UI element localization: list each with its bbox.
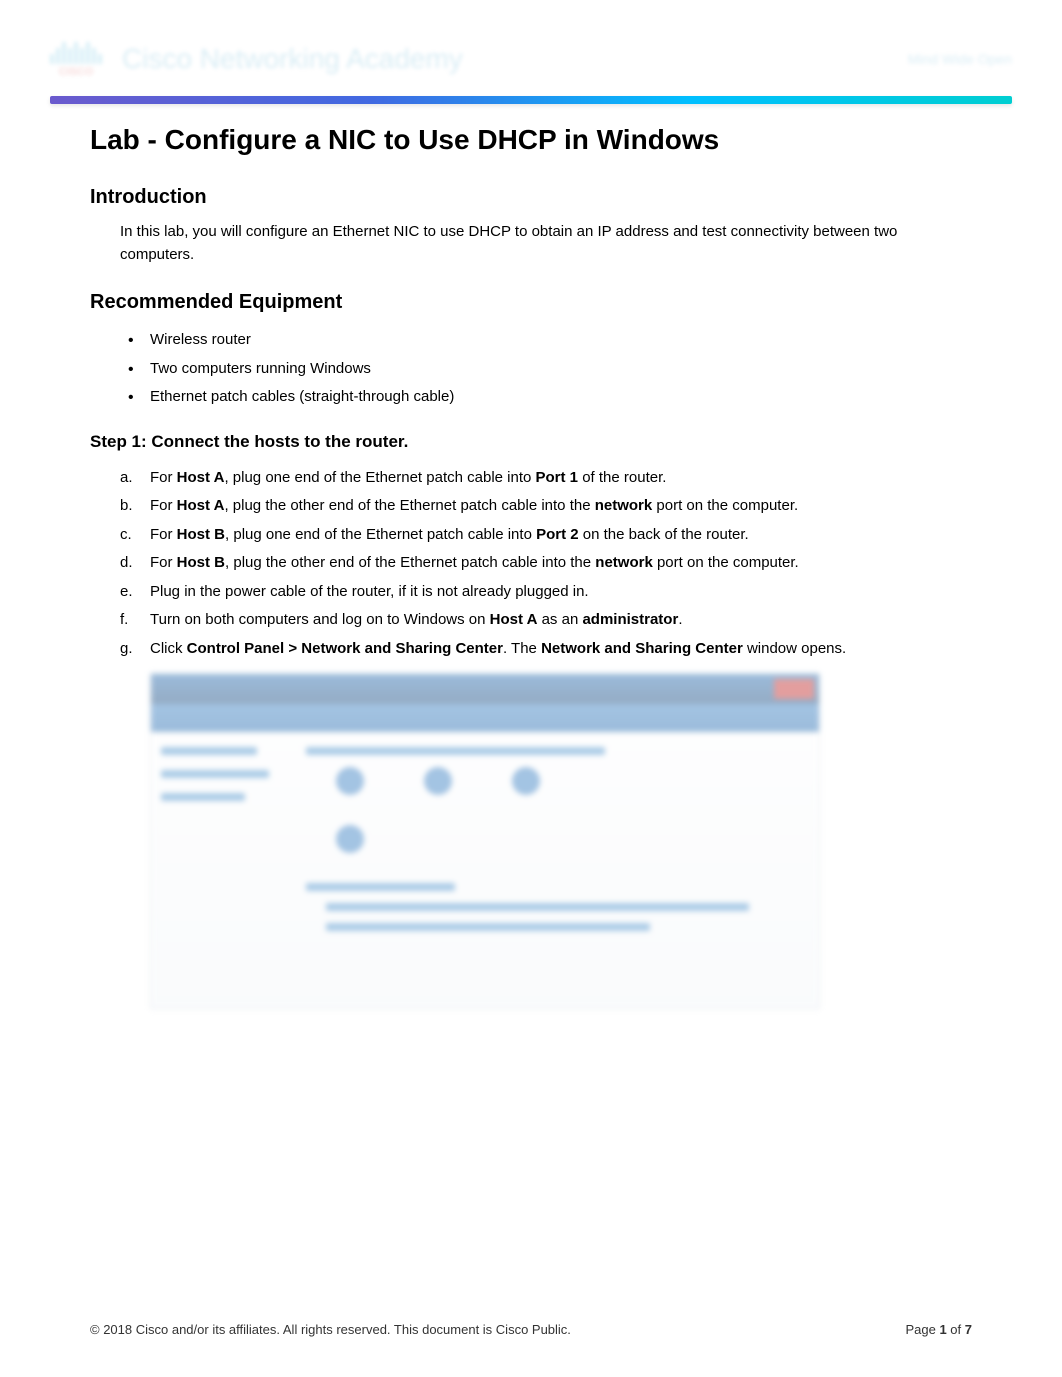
cisco-bars-icon [50, 40, 102, 64]
cisco-logo: CISCO [50, 40, 102, 78]
brand-title: Cisco Networking Academy [122, 43, 463, 75]
window-body [151, 732, 819, 1008]
list-item: b. For Host A, plug the other end of the… [120, 492, 972, 521]
window-toolbar [151, 704, 819, 732]
network-sharing-center-screenshot [150, 673, 820, 1009]
list-item: Ethernet patch cables (straight-through … [120, 383, 972, 412]
page-number: Page 1 of 7 [905, 1322, 972, 1337]
list-item: e. Plug in the power cable of the router… [120, 578, 972, 607]
equipment-list: Wireless router Two computers running Wi… [90, 326, 972, 412]
step-marker: g. [120, 635, 133, 664]
computer-icon [336, 767, 364, 795]
header-tagline: Mind Wide Open [908, 51, 1012, 67]
network-type-icon [336, 825, 364, 853]
list-item: c. For Host B, plug one end of the Ether… [120, 521, 972, 550]
introduction-heading: Introduction [90, 186, 972, 209]
document-header: CISCO Cisco Networking Academy Mind Wide… [50, 40, 1012, 88]
step-marker: a. [120, 464, 133, 493]
equipment-heading: Recommended Equipment [90, 291, 972, 314]
step-marker: c. [120, 521, 132, 550]
list-item: d. For Host B, plug the other end of the… [120, 549, 972, 578]
internet-icon [512, 767, 540, 795]
logo-text: CISCO [59, 66, 94, 78]
list-item: g. Click Control Panel > Network and Sha… [120, 635, 972, 664]
document-content: Lab - Configure a NIC to Use DHCP in Win… [50, 124, 1012, 1009]
window-main [291, 732, 819, 1008]
copyright-text: © 2018 Cisco and/or its affiliates. All … [90, 1322, 571, 1337]
header-gradient-bar [50, 96, 1012, 104]
header-left: CISCO Cisco Networking Academy [50, 40, 463, 78]
introduction-text: In this lab, you will configure an Ether… [90, 221, 972, 266]
list-item: f. Turn on both computers and log on to … [120, 606, 972, 635]
step-marker: f. [120, 606, 128, 635]
window-titlebar [151, 674, 819, 704]
step-marker: d. [120, 549, 133, 578]
step-marker: e. [120, 578, 133, 607]
list-item: a. For Host A, plug one end of the Ether… [120, 464, 972, 493]
step1-list: a. For Host A, plug one end of the Ether… [90, 464, 972, 664]
step-marker: b. [120, 492, 133, 521]
document-title: Lab - Configure a NIC to Use DHCP in Win… [90, 124, 972, 156]
network-icon [424, 767, 452, 795]
close-icon [774, 679, 814, 699]
list-item: Two computers running Windows [120, 355, 972, 384]
document-page: CISCO Cisco Networking Academy Mind Wide… [0, 0, 1062, 1377]
list-item: Wireless router [120, 326, 972, 355]
step1-heading: Step 1: Connect the hosts to the router. [90, 432, 972, 452]
document-footer: © 2018 Cisco and/or its affiliates. All … [90, 1322, 972, 1337]
window-sidebar [151, 732, 291, 1008]
